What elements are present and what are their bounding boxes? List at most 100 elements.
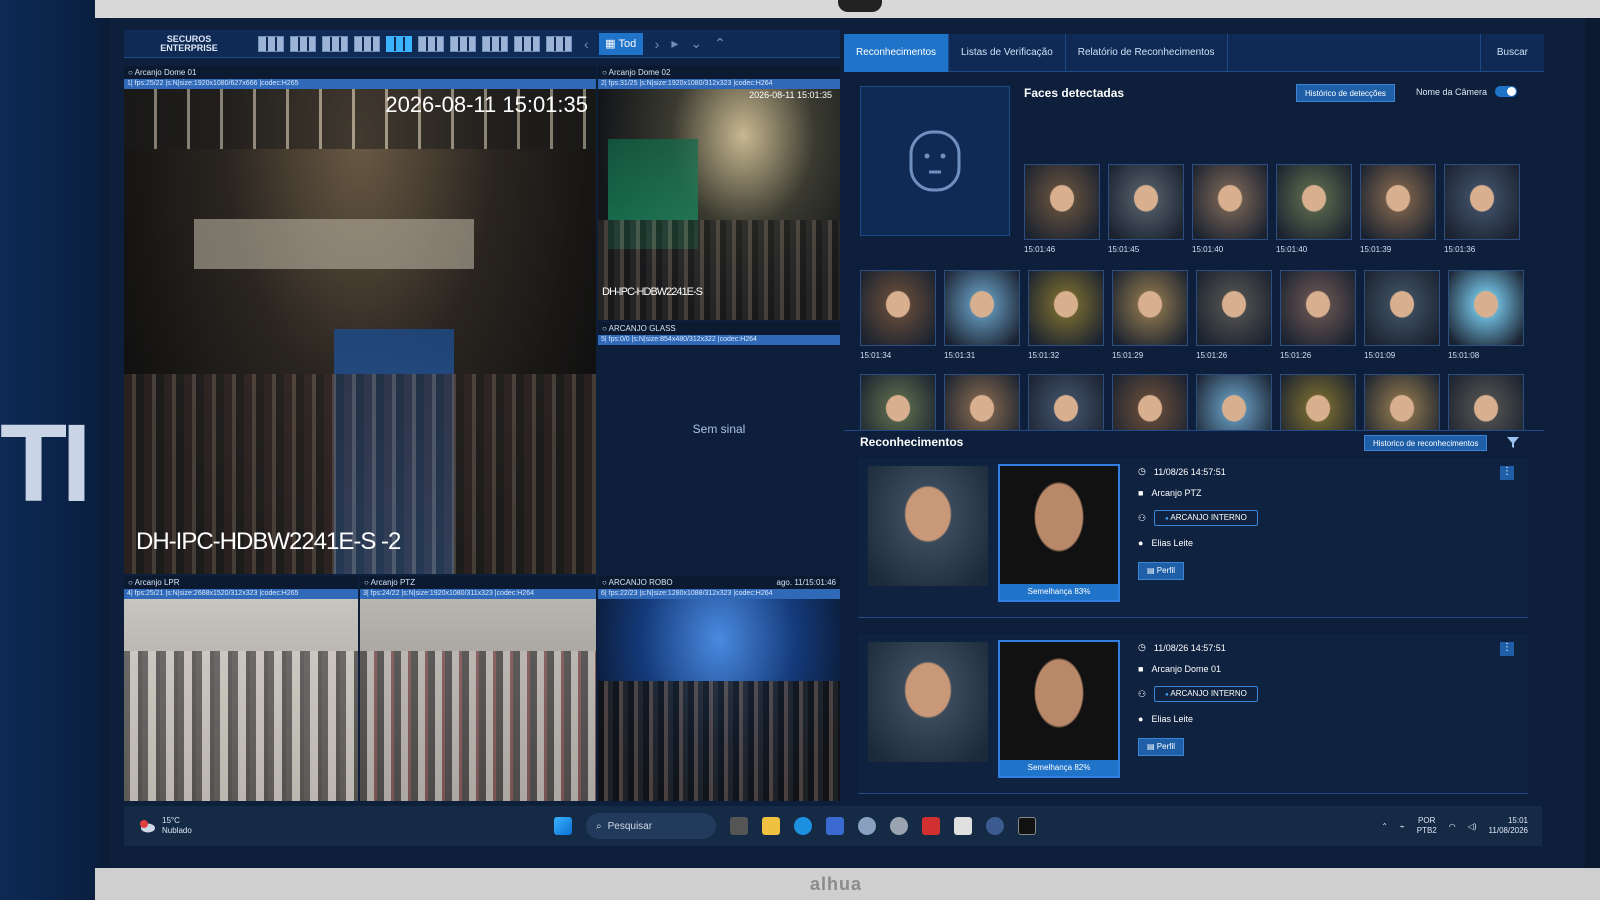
layout-2plus8-button[interactable] — [482, 35, 508, 52]
recognition-card[interactable]: Semelhança 82% ◷ 11/08/26 14:57:51 ■ Arcan… — [858, 634, 1528, 794]
detected-face-13[interactable]: 15:01:08 — [1448, 270, 1524, 360]
toggle-switch[interactable] — [1495, 86, 1518, 97]
taskbar-apps: ⌕ Pesquisar — [554, 813, 1036, 839]
video-toolbar: SECUROS ENTERPRISE ‹ ▦ Tod › ▸ ⌄ ⌃ — [124, 30, 840, 58]
face-time: 15:01:36 — [1444, 245, 1476, 254]
detected-face-8[interactable]: 15:01:32 — [1028, 270, 1104, 360]
face-thumbnail — [1192, 164, 1268, 240]
language-indicator[interactable]: POR PTB2 — [1417, 816, 1437, 836]
windows-start-icon[interactable] — [554, 817, 572, 835]
no-signal-label: Sem sinal — [692, 422, 746, 436]
layout-5x5-button[interactable] — [546, 35, 572, 52]
face-thumbnail — [860, 270, 936, 346]
app-icon[interactable] — [890, 817, 908, 835]
camera-feed — [124, 89, 596, 574]
face-time: 15:01:26 — [1280, 351, 1312, 360]
search-button[interactable]: Buscar — [1479, 33, 1544, 72]
detected-face-9[interactable]: 15:01:29 — [1112, 270, 1188, 360]
document-icon: ▤ — [1147, 566, 1157, 575]
detected-face-10[interactable]: 15:01:26 — [1196, 270, 1272, 360]
play-icon[interactable]: ▸ — [671, 35, 678, 52]
chevron-down-icon[interactable]: ⌄ — [690, 35, 702, 52]
camera-tile-robo[interactable]: ARCANJO ROBO ago. 11/15:01:46 6| fps:22/… — [598, 576, 840, 801]
tab-listas[interactable]: Listas de Verificação — [949, 33, 1066, 72]
taskbar-search[interactable]: ⌕ Pesquisar — [586, 813, 716, 839]
detected-face-3[interactable]: 15:01:40 — [1276, 164, 1352, 254]
remote-app-icon[interactable] — [922, 817, 940, 835]
camera-tile-ptz[interactable]: Arcanjo PTZ 3| fps:24/22 |s:N|size:1920x… — [360, 576, 596, 801]
recognition-card[interactable]: Semelhança 83% ◷ 11/08/26 14:57:51 ■ Arcan… — [858, 458, 1528, 618]
detection-history-button[interactable]: Histórico de detecções — [1296, 84, 1395, 102]
camera-tile-lpr[interactable]: Arcanjo LPR 4| fps:25/21 |s:N|size:2688x… — [124, 576, 358, 801]
view-selector[interactable]: ▦ Tod — [598, 32, 643, 55]
profile-button[interactable]: ▤ Perfil — [1138, 738, 1185, 756]
detected-face-12[interactable]: 15:01:09 — [1364, 270, 1440, 360]
camera-tile-dome02[interactable]: Arcanjo Dome 02 2| fps:31/25 |s:N|size:1… — [598, 66, 840, 320]
camera-icon: ■ — [1138, 664, 1144, 674]
more-options-icon[interactable]: ⋮ — [1500, 466, 1514, 480]
wifi-icon[interactable]: ◠ — [1449, 822, 1456, 831]
monitor-screen: SECUROS ENTERPRISE ‹ ▦Tod › ▸ ⌄ ⌃ Arcanj… — [110, 18, 1585, 868]
tab-relatorio[interactable]: Relatório de Reconhecimentos — [1066, 33, 1228, 72]
face-time: 15:01:26 — [1196, 351, 1228, 360]
chevron-left-icon[interactable]: ‹ — [584, 36, 589, 52]
terminal-icon[interactable] — [1018, 817, 1036, 835]
camera-name-toggle[interactable]: Nome da Câmera — [1416, 86, 1518, 97]
chevron-right-icon[interactable]: › — [655, 36, 660, 52]
face-outline-icon — [909, 130, 961, 192]
network-icon[interactable]: ⌁ — [1400, 822, 1405, 831]
weather-widget[interactable]: 15°C Nublado — [124, 816, 344, 836]
chevron-up-icon[interactable]: ⌃ — [714, 35, 726, 52]
detected-face-4[interactable]: 15:01:39 — [1360, 164, 1436, 254]
more-options-icon[interactable]: ⋮ — [1500, 642, 1514, 656]
detected-face-7[interactable]: 15:01:31 — [944, 270, 1020, 360]
captured-face — [868, 642, 988, 762]
detected-face-1[interactable]: 15:01:45 — [1108, 164, 1184, 254]
chevron-up-icon[interactable]: ⌃ — [1381, 822, 1388, 831]
detected-face-5[interactable]: 15:01:36 — [1444, 164, 1520, 254]
layout-4x4-button[interactable] — [354, 35, 380, 52]
faces-title: Faces detectadas — [1024, 86, 1125, 100]
volume-icon[interactable]: ◁) — [1468, 822, 1477, 831]
layout-1x1-button[interactable] — [258, 35, 284, 52]
face-thumbnail — [1108, 164, 1184, 240]
securos-icon[interactable] — [954, 817, 972, 835]
camera-feed — [598, 599, 840, 801]
filter-icon[interactable] — [1506, 435, 1520, 449]
list-badge: ARCANJO INTERNO — [1154, 686, 1258, 702]
tab-reconhecimentos[interactable]: Reconhecimentos — [844, 33, 950, 72]
layout-1plus12-button[interactable] — [450, 35, 476, 52]
layout-1plus5-button[interactable] — [386, 35, 412, 52]
group-icon: ⚇ — [1138, 688, 1147, 699]
camera-tile-glass[interactable]: ARCANJO GLASS 5| fps:0/0 |s:N|size:854x4… — [598, 322, 840, 574]
layout-1plus7-button[interactable] — [418, 35, 444, 52]
settings-icon[interactable] — [858, 817, 876, 835]
layout-3plus4-button[interactable] — [514, 35, 540, 52]
clock-icon: ◷ — [1138, 642, 1146, 652]
face-time: 15:01:32 — [1028, 351, 1060, 360]
detected-face-2[interactable]: 15:01:40 — [1192, 164, 1268, 254]
recognition-history-button[interactable]: Historico de reconhecimentos — [1364, 435, 1488, 451]
file-explorer-icon[interactable] — [762, 817, 780, 835]
face-thumbnail — [1364, 270, 1440, 346]
recognitions-title: Reconhecimentos — [860, 435, 964, 449]
clock[interactable]: 15:01 11/08/2026 — [1489, 816, 1528, 836]
monitor-brand-logo: alhua — [810, 874, 863, 894]
detected-face-11[interactable]: 15:01:26 — [1280, 270, 1356, 360]
similarity-label: Semelhança 83% — [1000, 584, 1118, 600]
list-badge: ARCANJO INTERNO — [1154, 510, 1258, 526]
face-thumbnail — [1360, 164, 1436, 240]
profile-button[interactable]: ▤ Perfil — [1138, 562, 1185, 580]
edge-icon[interactable] — [794, 817, 812, 835]
detected-face-6[interactable]: 15:01:34 — [860, 270, 936, 360]
layout-2x2-button[interactable] — [290, 35, 316, 52]
face-thumbnail — [1276, 164, 1352, 240]
detected-face-0[interactable]: 15:01:46 — [1024, 164, 1100, 254]
store-icon[interactable] — [826, 817, 844, 835]
task-view-icon[interactable] — [730, 817, 748, 835]
camera-tile-dome01[interactable]: Arcanjo Dome 01 1| fps:25/22 |s:N|size:1… — [124, 66, 596, 574]
help-icon[interactable] — [986, 817, 1004, 835]
layout-3x3-button[interactable] — [322, 35, 348, 52]
layout-buttons — [258, 35, 572, 52]
face-thumbnail — [1280, 270, 1356, 346]
